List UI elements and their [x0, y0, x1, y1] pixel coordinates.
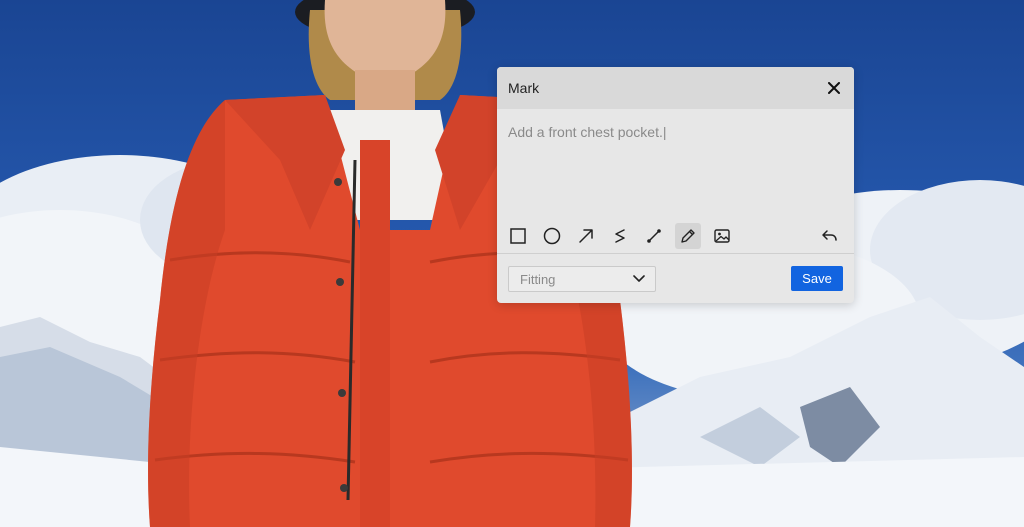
mark-text-input[interactable]: Add a front chest pocket.| [508, 124, 838, 214]
rectangle-tool[interactable] [505, 223, 531, 249]
pencil-tool[interactable] [675, 223, 701, 249]
dialog-divider [497, 253, 854, 254]
arrow-tool[interactable] [573, 223, 599, 249]
square-outline-icon [510, 228, 526, 244]
image-icon [714, 229, 730, 243]
line-segment-icon [647, 229, 661, 243]
chevron-down-icon [633, 275, 645, 282]
pencil-icon [681, 229, 695, 243]
select-value: Fitting [520, 271, 556, 287]
freehand-tool[interactable] [607, 223, 633, 249]
ellipse-tool[interactable] [539, 223, 565, 249]
dialog-title: Mark [508, 80, 540, 96]
category-select[interactable]: Fitting [508, 266, 656, 292]
undo-button[interactable] [816, 223, 842, 249]
close-button[interactable] [826, 80, 842, 96]
undo-icon [822, 230, 837, 241]
close-icon [828, 82, 840, 94]
image-tool[interactable] [709, 223, 735, 249]
squiggle-icon [615, 229, 625, 243]
drawing-toolbar [505, 222, 846, 250]
line-tool[interactable] [641, 223, 667, 249]
arrow-up-right-icon [579, 229, 593, 243]
mark-dialog: Mark Add a front chest pocket.| Fitting … [497, 67, 854, 303]
circle-outline-icon [543, 227, 561, 245]
dialog-header: Mark [497, 67, 854, 109]
save-button[interactable]: Save [791, 266, 843, 291]
